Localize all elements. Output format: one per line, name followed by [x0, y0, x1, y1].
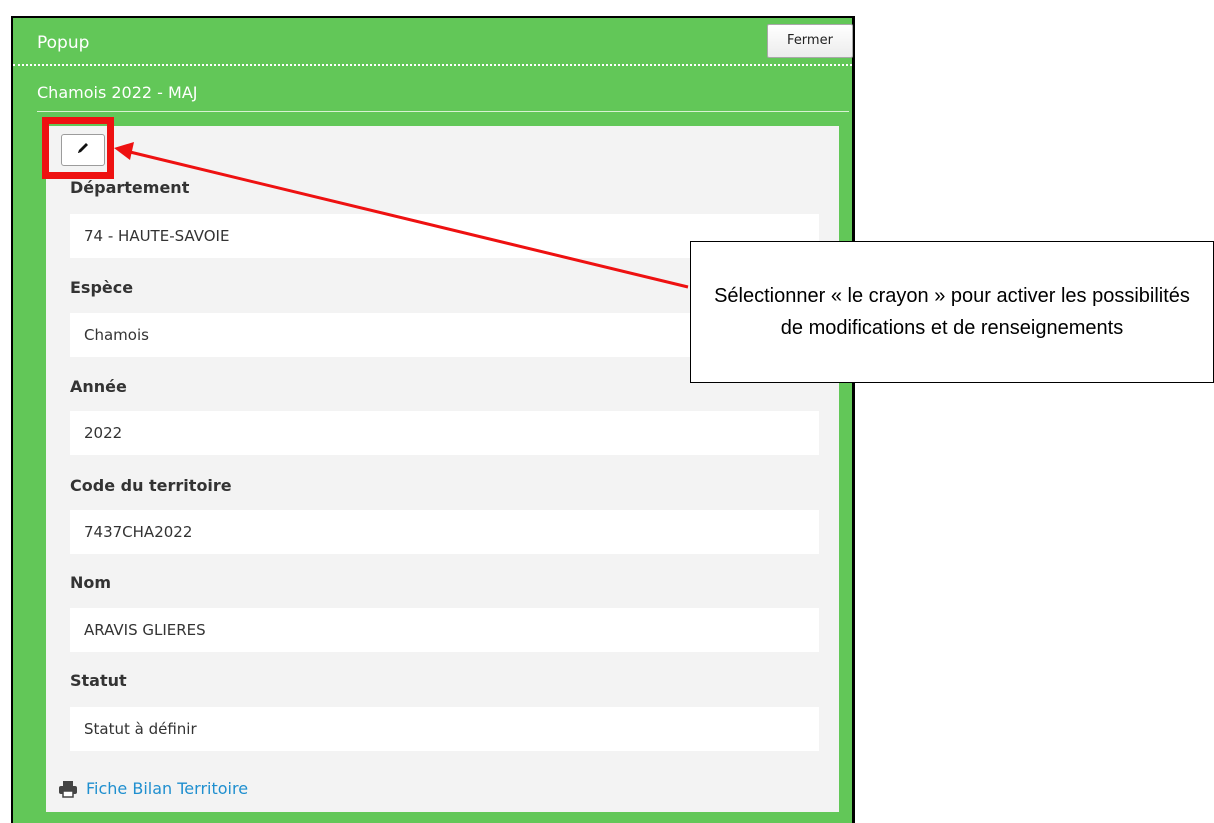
callout-text: Sélectionner « le crayon » pour activer … [714, 285, 1190, 339]
callout-arrow [114, 142, 689, 289]
callout-box: Sélectionner « le crayon » pour activer … [690, 241, 1214, 383]
screenshot-stage: Popup Fermer Chamois 2022 - MAJ Départem… [0, 0, 1214, 823]
